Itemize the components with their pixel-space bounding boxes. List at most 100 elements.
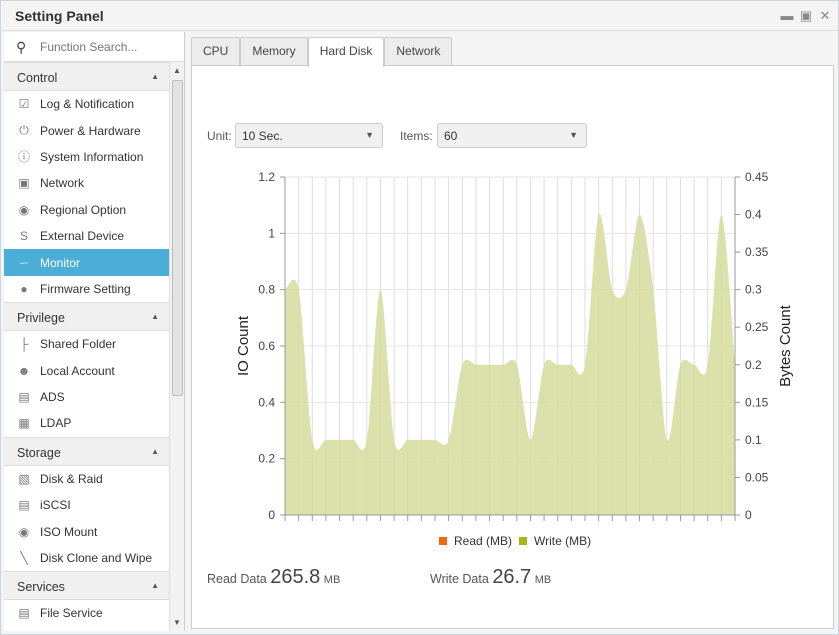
write-data-unit: MB bbox=[534, 574, 552, 586]
read-data-stat: Read Data 265.8 MB bbox=[207, 566, 340, 589]
sidebar-item-label: System Information bbox=[40, 149, 144, 164]
sidebar-item-iso-mount[interactable]: ◉ ISO Mount bbox=[4, 518, 169, 544]
sidebar-item-label: Power & Hardware bbox=[40, 123, 141, 138]
write-data-label: Write Data bbox=[430, 572, 489, 586]
section-services[interactable]: Services ▲ bbox=[4, 571, 169, 601]
sidebar-item-monitor[interactable]: ∽ Monitor bbox=[4, 249, 169, 276]
y-axis-title: IO Count bbox=[235, 315, 252, 376]
sidebar-item-label: Monitor bbox=[40, 255, 81, 270]
y2-tick-label: 0 bbox=[745, 508, 752, 522]
directory-icon: ▦ bbox=[18, 416, 30, 431]
monitor-tabs: CPU Memory Hard Disk Network bbox=[191, 37, 453, 67]
y-tick-label: 0.8 bbox=[258, 283, 275, 297]
series-area-1 bbox=[285, 213, 735, 515]
section-label: Services bbox=[17, 580, 65, 595]
sidebar-item-ads[interactable]: ▤ ADS bbox=[4, 384, 169, 410]
search-icon: ⚲ bbox=[16, 39, 27, 55]
section-label: Storage bbox=[17, 445, 61, 460]
info-icon: ⓘ bbox=[17, 150, 30, 165]
y2-tick-label: 0.35 bbox=[745, 245, 769, 259]
sidebar: ⚲ Control ▲ ☑ Log & Notification ⏻ Power & Ha… bbox=[4, 32, 185, 631]
sidebar-item-regional-option[interactable]: ◉ Regional Option bbox=[4, 197, 169, 223]
y-tick-label: 0.4 bbox=[258, 395, 275, 409]
folder-tree-icon: ├ bbox=[19, 337, 29, 352]
maximize-icon[interactable]: ▣ bbox=[799, 9, 813, 23]
sidebar-item-ldap[interactable]: ▦ LDAP bbox=[4, 410, 169, 436]
setting-panel-window: Setting Panel ▬ ▣ ✕ ⚲ Control ▲ ☑ Log & Not… bbox=[0, 0, 839, 635]
y2-tick-label: 0.05 bbox=[745, 470, 769, 484]
section-privilege[interactable]: Privilege ▲ bbox=[4, 302, 169, 332]
sidebar-item-log-notification[interactable]: ☑ Log & Notification bbox=[4, 91, 169, 117]
title-bar: Setting Panel ▬ ▣ ✕ bbox=[1, 1, 838, 31]
window-title: Setting Panel bbox=[15, 8, 104, 24]
y-tick-label: 0.2 bbox=[258, 452, 275, 466]
sidebar-item-label: LDAP bbox=[40, 416, 72, 431]
y-tick-label: 0 bbox=[268, 508, 275, 522]
io-chart: 0 0.2 0.4 0.6 0.8 1 1.2 0 0.05 0.1 0.15 0.2 0.25 0.3 0… bbox=[235, 170, 794, 548]
sidebar-item-firmware-setting[interactable]: ● Firmware Setting bbox=[4, 276, 169, 302]
read-data-label: Read Data bbox=[207, 572, 267, 586]
main-area: CPU Memory Hard Disk Network Unit: 10 Sec. ▼… bbox=[187, 33, 838, 631]
sidebar-item-system-information[interactable]: ⓘ System Information bbox=[4, 144, 169, 170]
sidebar-item-external-device[interactable]: S External Device bbox=[4, 223, 169, 249]
read-data-unit: MB bbox=[323, 574, 341, 586]
sidebar-scrollbar[interactable]: ▲ ▼ bbox=[169, 62, 184, 631]
sidebar-item-label: Network bbox=[40, 176, 85, 191]
scroll-down-icon[interactable]: ▼ bbox=[173, 618, 181, 627]
read-data-value: 265.8 bbox=[270, 566, 321, 588]
write-data-value: 26.7 bbox=[492, 566, 532, 588]
scrollbar-thumb[interactable] bbox=[172, 80, 183, 396]
sidebar-item-label: Shared Folder bbox=[40, 337, 117, 352]
collapse-icon[interactable]: ▲ bbox=[151, 72, 159, 81]
tab-cpu[interactable]: CPU bbox=[191, 37, 241, 66]
tab-memory[interactable]: Memory bbox=[240, 37, 308, 66]
id-card-icon: ▤ bbox=[18, 390, 30, 405]
fw-icon: ● bbox=[20, 281, 28, 296]
sidebar-item-local-account[interactable]: ☻ Local Account bbox=[4, 358, 169, 384]
sidebar-item-file-service[interactable]: ▤ File Service bbox=[4, 600, 169, 626]
scroll-up-icon[interactable]: ▲ bbox=[173, 66, 181, 75]
legend-label: Read (MB) bbox=[454, 534, 512, 548]
y-tick-label: 1 bbox=[268, 226, 275, 240]
sidebar-item-power-hardware[interactable]: ⏻ Power & Hardware bbox=[4, 117, 169, 143]
sidebar-item-label: Disk Clone and Wipe bbox=[40, 551, 153, 566]
sidebar-item-label: ISO Mount bbox=[40, 524, 98, 539]
iscsi-icon: ▤ bbox=[18, 498, 30, 513]
sidebar-item-disk-raid[interactable]: ▧ Disk & Raid bbox=[4, 466, 169, 492]
sidebar-item-label: External Device bbox=[40, 229, 125, 244]
disk-raid-icon: ▧ bbox=[18, 471, 30, 486]
section-label: Control bbox=[17, 71, 58, 85]
sidebar-item-label: iSCSI bbox=[40, 498, 71, 513]
close-icon[interactable]: ✕ bbox=[818, 9, 832, 23]
section-label: Privilege bbox=[17, 311, 65, 326]
collapse-icon[interactable]: ▲ bbox=[151, 581, 159, 590]
ethernet-icon: ▣ bbox=[18, 176, 30, 191]
tab-network[interactable]: Network bbox=[384, 37, 453, 66]
y2-tick-label: 0.25 bbox=[745, 320, 769, 334]
sidebar-item-disk-clone-and-wipe[interactable]: ╲ Disk Clone and Wipe bbox=[4, 545, 169, 571]
collapse-icon[interactable]: ▲ bbox=[151, 447, 159, 456]
section-control[interactable]: Control ▲ bbox=[4, 62, 169, 91]
y2-tick-label: 0.15 bbox=[745, 395, 769, 409]
y-tick-label: 0.6 bbox=[258, 339, 275, 353]
function-search-input[interactable] bbox=[40, 38, 168, 56]
sidebar-item-label: File Service bbox=[40, 606, 103, 621]
sidebar-item-label: Firmware Setting bbox=[40, 281, 131, 296]
y2-tick-label: 0.1 bbox=[745, 433, 762, 447]
function-search: ⚲ bbox=[4, 32, 184, 62]
sidebar-item-network[interactable]: ▣ Network bbox=[4, 170, 169, 196]
sidebar-item-label: Log & Notification bbox=[40, 97, 135, 112]
legend-label: Write (MB) bbox=[534, 534, 591, 548]
legend-swatch bbox=[439, 537, 447, 545]
sidebar-item-label: Local Account bbox=[40, 363, 115, 378]
sidebar-item-shared-folder[interactable]: ├ Shared Folder bbox=[4, 331, 169, 357]
collapse-icon[interactable]: ▲ bbox=[151, 312, 159, 321]
file-server-icon: ▤ bbox=[18, 606, 30, 621]
write-data-stat: Write Data 26.7 MB bbox=[430, 566, 551, 589]
tab-hard-disk[interactable]: Hard Disk bbox=[307, 37, 385, 67]
section-storage[interactable]: Storage ▲ bbox=[4, 436, 169, 466]
y2-tick-label: 0.3 bbox=[745, 283, 762, 297]
sidebar-item-iscsi[interactable]: ▤ iSCSI bbox=[4, 492, 169, 518]
sidebar-item-label: Regional Option bbox=[40, 202, 127, 217]
minimize-icon[interactable]: ▬ bbox=[780, 9, 794, 23]
